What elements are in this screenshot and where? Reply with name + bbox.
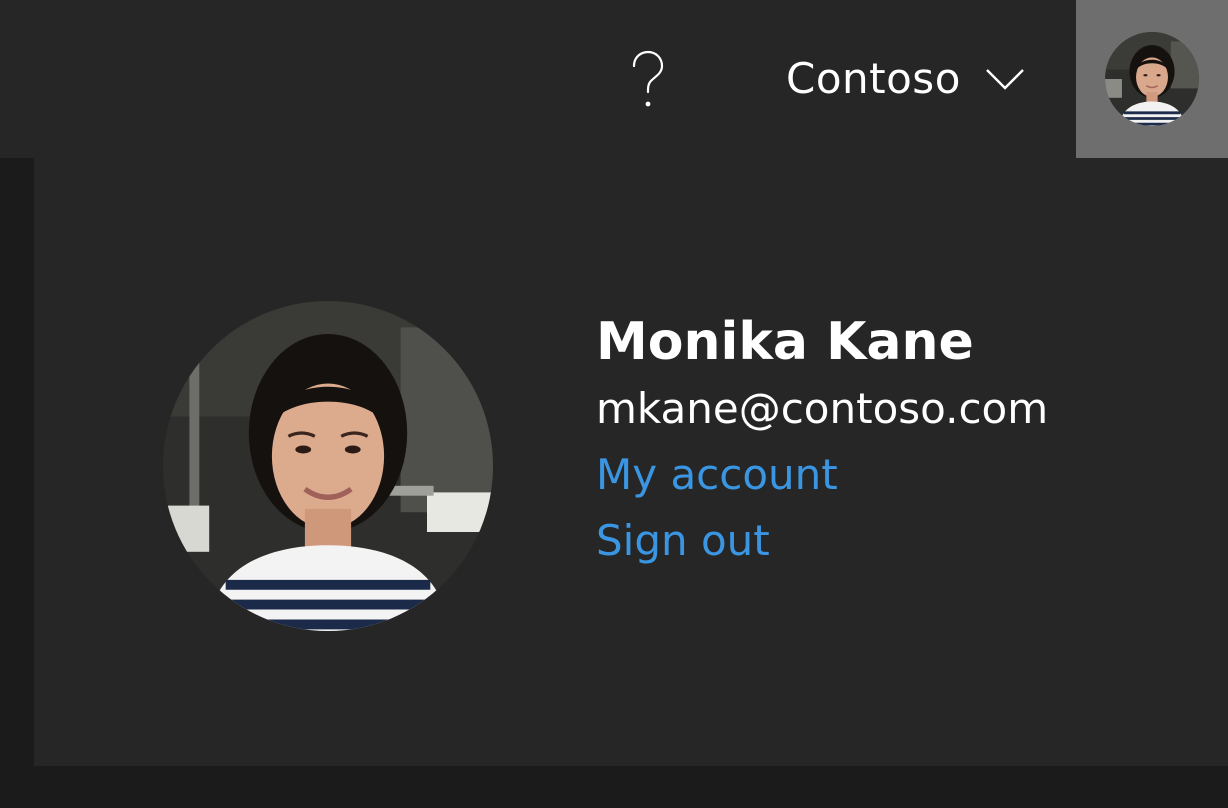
top-header: Contoso (0, 0, 1228, 158)
user-avatar-large (163, 301, 493, 631)
my-account-link[interactable]: My account (596, 442, 1048, 508)
tenant-switcher[interactable]: Contoso (780, 46, 1025, 112)
user-avatar-small (1105, 32, 1199, 126)
user-email: mkane@contoso.com (596, 384, 1049, 433)
question-mark-icon (628, 50, 668, 110)
chevron-down-icon (986, 69, 1024, 90)
sign-out-link[interactable]: Sign out (596, 508, 1048, 574)
account-panel: Monika Kane mkane@contoso.com My account… (34, 158, 1228, 766)
tenant-name: Contoso (786, 54, 961, 103)
user-display-name: Monika Kane (596, 312, 974, 372)
user-info: Monika Kane mkane@contoso.com My account… (596, 308, 1048, 574)
help-button[interactable] (612, 30, 684, 130)
account-avatar-button[interactable] (1076, 0, 1228, 158)
